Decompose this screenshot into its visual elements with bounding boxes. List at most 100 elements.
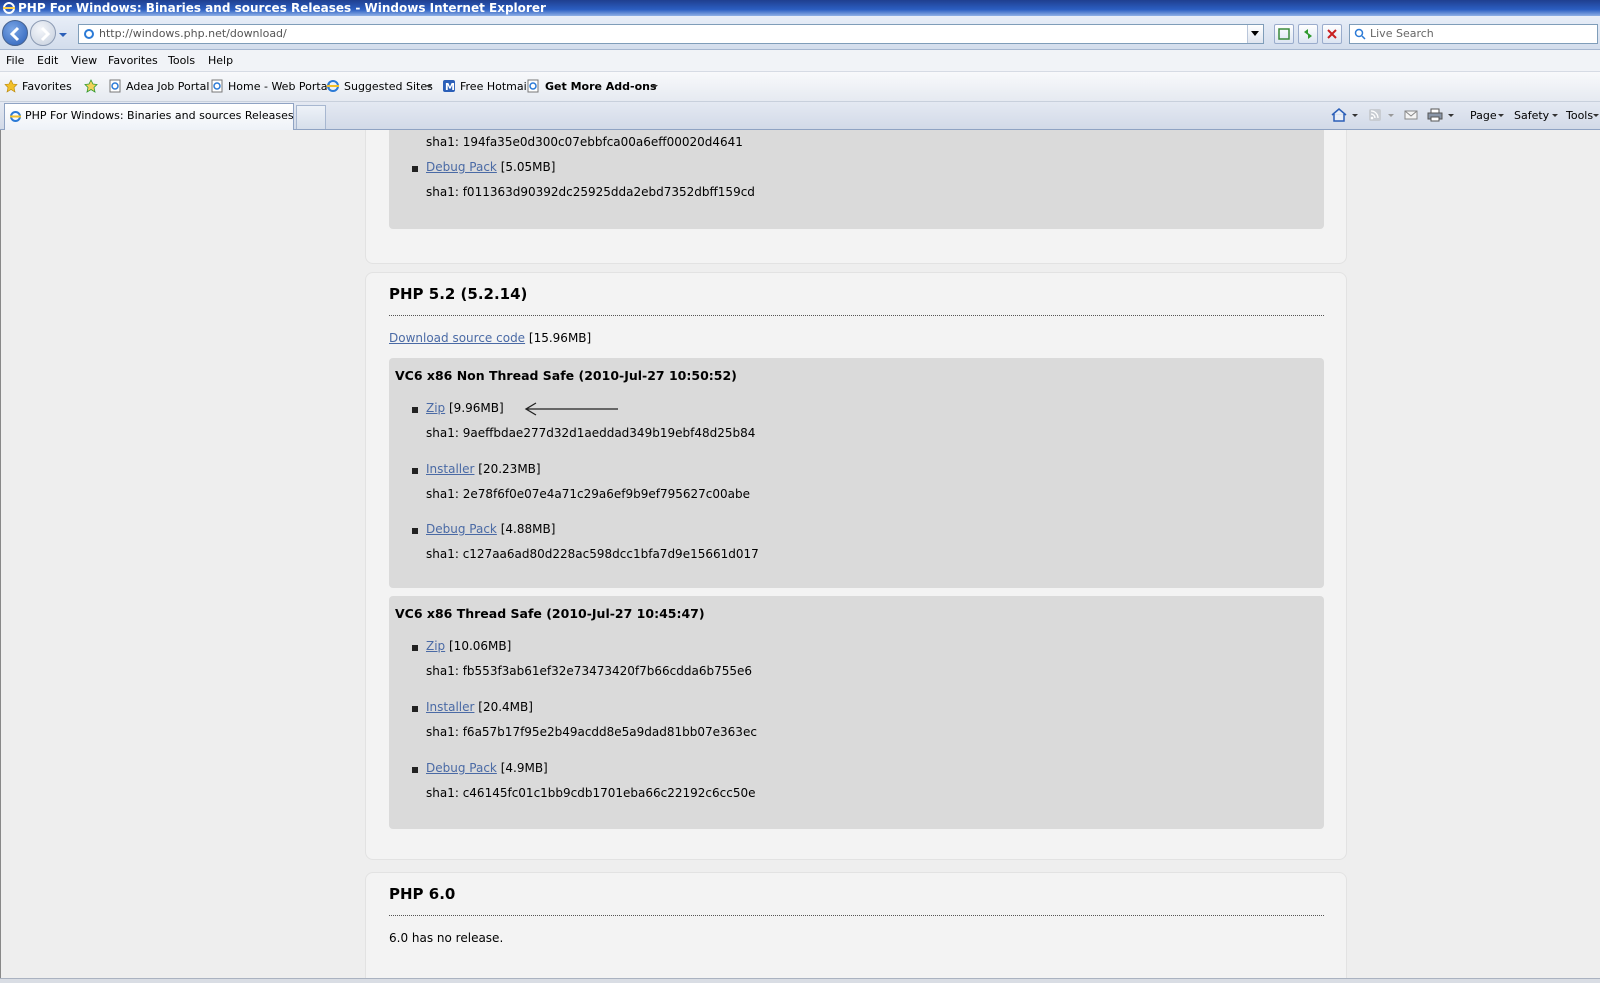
refresh-icon xyxy=(1304,29,1312,39)
address-field[interactable]: http://windows.php.net/download/ xyxy=(78,24,1264,44)
list-item: Zip [10.06MB] xyxy=(426,639,511,654)
chevron-down-icon xyxy=(1251,31,1259,36)
fav-link-get-more-add-ons[interactable]: Get More Add-ons xyxy=(545,80,657,94)
build-title: VC6 x86 Non Thread Safe (2010-Jul-27 10:… xyxy=(395,368,737,383)
fav-link-suggested-sites[interactable]: Suggested Sites xyxy=(344,80,433,94)
menu-view[interactable]: View xyxy=(71,54,97,68)
search-input[interactable]: Live Search xyxy=(1349,24,1598,44)
msn-icon: M xyxy=(443,80,455,93)
list-item: Debug Pack [5.05MB] xyxy=(426,160,555,175)
release-panel-previous: sha1: 194fa35e0d300c07ebbfca00a6eff00020… xyxy=(365,130,1347,264)
search-placeholder: Live Search xyxy=(1370,27,1434,40)
page-menu-button[interactable]: Page xyxy=(1470,109,1497,123)
list-item: Installer [20.23MB] xyxy=(426,462,541,477)
zip-link[interactable]: Zip xyxy=(426,401,445,415)
window-title-bar: PHP For Windows: Binaries and sources Re… xyxy=(0,0,1600,16)
chevron-down-icon[interactable] xyxy=(1496,107,1506,123)
menu-file[interactable]: File xyxy=(6,54,24,68)
chevron-down-icon[interactable] xyxy=(422,79,436,93)
file-size: [20.4MB] xyxy=(478,700,533,714)
favorites-bar: Favorites Adea Job Portal Home - Web Por… xyxy=(0,72,1600,102)
release-title: PHP 5.2 (5.2.14) xyxy=(389,285,528,303)
chevron-down-icon[interactable] xyxy=(1550,107,1560,123)
build-title: VC6 x86 Thread Safe (2010-Jul-27 10:45:4… xyxy=(395,606,705,621)
address-dropdown-button[interactable] xyxy=(1247,25,1263,43)
file-size: [5.05MB] xyxy=(500,160,556,174)
page-ie-icon xyxy=(10,111,21,122)
zip-link[interactable]: Zip xyxy=(426,639,445,653)
bullet xyxy=(412,166,418,172)
chevron-down-icon[interactable] xyxy=(1592,107,1600,123)
chevron-down-icon[interactable] xyxy=(1386,107,1396,123)
address-url: http://windows.php.net/download/ xyxy=(99,27,287,40)
fav-link-adea-job-portal[interactable]: Adea Job Portal xyxy=(126,80,209,94)
fav-link-home-web-portal[interactable]: Home - Web Portal xyxy=(228,80,331,94)
ie-logo-icon xyxy=(3,2,15,14)
bullet xyxy=(412,407,418,413)
build-box-previous: sha1: 194fa35e0d300c07ebbfca00a6eff00020… xyxy=(389,130,1324,229)
installer-link[interactable]: Installer xyxy=(426,700,474,714)
divider xyxy=(389,915,1324,916)
feeds-icon[interactable] xyxy=(1366,107,1384,123)
debug-pack-link[interactable]: Debug Pack xyxy=(426,522,497,536)
chevron-down-icon[interactable] xyxy=(1350,107,1360,123)
chevron-down-icon[interactable] xyxy=(1446,107,1456,123)
sha1-text: sha1: 2e78f6f0e07e4a71c29a6ef9b9ef795627… xyxy=(426,487,750,501)
build-box-nts: VC6 x86 Non Thread Safe (2010-Jul-27 10:… xyxy=(389,358,1324,588)
debug-pack-link[interactable]: Debug Pack xyxy=(426,761,497,775)
menu-edit[interactable]: Edit xyxy=(37,54,58,68)
release-panel-php60: PHP 6.0 6.0 has no release. xyxy=(365,872,1347,978)
back-button[interactable] xyxy=(2,20,28,46)
page-ie-icon xyxy=(527,79,539,93)
print-icon[interactable] xyxy=(1426,107,1444,123)
file-size: [9.96MB] xyxy=(449,401,504,415)
tab-bar: PHP For Windows: Binaries and sources Re… xyxy=(0,102,1600,130)
safety-menu-button[interactable]: Safety xyxy=(1514,109,1549,123)
back-arrow-icon xyxy=(9,26,20,42)
svg-text:M: M xyxy=(445,82,455,93)
menu-tools[interactable]: Tools xyxy=(168,54,195,68)
compatibility-view-button[interactable] xyxy=(1274,24,1294,44)
forward-button[interactable] xyxy=(30,20,56,46)
download-source-link[interactable]: Download source code xyxy=(389,331,525,345)
sha1-text: sha1: f011363d90392dc25925dda2ebd7352dbf… xyxy=(426,185,755,199)
stop-icon xyxy=(1327,29,1337,39)
bullet xyxy=(412,468,418,474)
installer-link[interactable]: Installer xyxy=(426,462,474,476)
refresh-button[interactable] xyxy=(1298,24,1318,44)
file-size: [10.06MB] xyxy=(449,639,512,653)
page-ie-icon xyxy=(211,79,223,93)
menu-help[interactable]: Help xyxy=(208,54,233,68)
home-icon[interactable] xyxy=(1330,107,1348,123)
stop-button[interactable] xyxy=(1322,24,1342,44)
no-release-text: 6.0 has no release. xyxy=(389,931,504,945)
chevron-down-icon[interactable] xyxy=(648,79,662,93)
live-search-icon xyxy=(1354,28,1366,40)
arrow-annotation-icon xyxy=(524,402,618,416)
navigation-bar: http://windows.php.net/download/ Live Se… xyxy=(0,16,1600,50)
menu-favorites[interactable]: Favorites xyxy=(108,54,158,68)
list-item: Debug Pack [4.9MB] xyxy=(426,761,548,776)
status-bar xyxy=(0,978,1600,983)
bullet xyxy=(412,767,418,773)
source-code-line: Download source code [15.96MB] xyxy=(389,331,591,346)
ie-logo-icon xyxy=(327,80,339,92)
bullet xyxy=(412,706,418,712)
debug-pack-link[interactable]: Debug Pack xyxy=(426,160,497,174)
file-size: [15.96MB] xyxy=(528,331,592,345)
page-content[interactable]: sha1: 194fa35e0d300c07ebbfca00a6eff00020… xyxy=(0,130,1600,978)
file-size: [4.9MB] xyxy=(500,761,548,775)
tools-menu-button[interactable]: Tools xyxy=(1566,109,1593,123)
fav-link-free-hotmail[interactable]: Free Hotmail xyxy=(460,80,530,94)
history-dropdown-icon[interactable] xyxy=(58,30,68,40)
mail-icon[interactable] xyxy=(1402,107,1420,123)
tab-php-for-windows[interactable]: PHP For Windows: Binaries and sources Re… xyxy=(4,103,294,130)
add-to-favorites-bar-icon[interactable] xyxy=(84,79,98,93)
new-tab-button[interactable] xyxy=(296,105,326,129)
list-item: Installer [20.4MB] xyxy=(426,700,533,715)
list-item: Zip [9.96MB] xyxy=(426,401,504,416)
page-ie-icon xyxy=(109,79,121,93)
build-box-ts: VC6 x86 Thread Safe (2010-Jul-27 10:45:4… xyxy=(389,596,1324,829)
favorites-button[interactable]: Favorites xyxy=(22,80,72,94)
list-item: Debug Pack [4.88MB] xyxy=(426,522,555,537)
